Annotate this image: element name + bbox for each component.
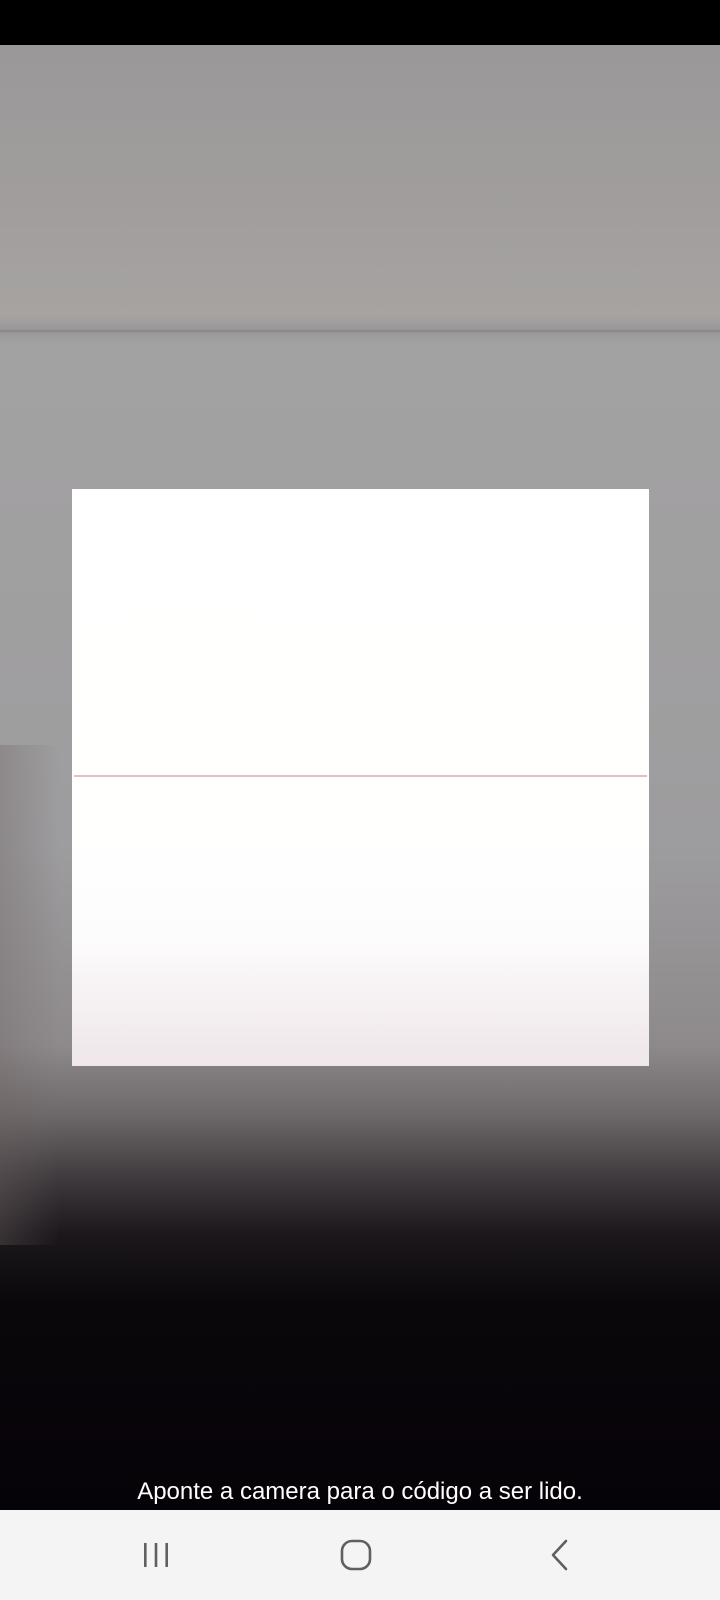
status-bar xyxy=(0,0,720,45)
scan-line xyxy=(74,775,647,777)
navigation-bar xyxy=(0,1510,720,1600)
recent-apps-button[interactable] xyxy=(96,1510,216,1600)
scan-hint-text: Aponte a camera para o código a ser lido… xyxy=(137,1478,583,1505)
home-icon xyxy=(340,1539,372,1571)
scan-area xyxy=(72,489,649,1066)
background-edge xyxy=(0,330,720,334)
home-button[interactable] xyxy=(296,1510,416,1600)
back-button[interactable] xyxy=(500,1510,620,1600)
recent-apps-icon xyxy=(144,1543,168,1567)
back-chevron-icon xyxy=(551,1539,568,1571)
background-shadow xyxy=(0,745,60,1245)
